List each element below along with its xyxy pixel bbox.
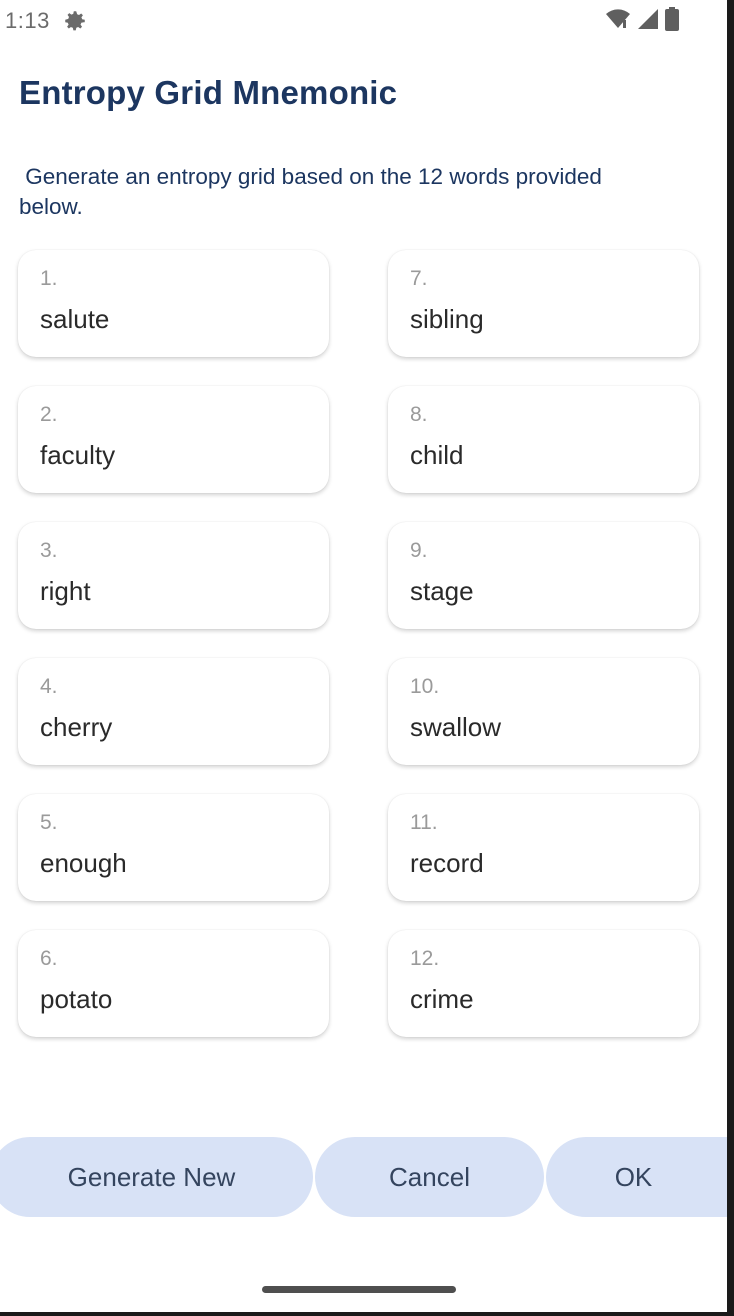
word-card: 9. stage	[388, 522, 699, 629]
status-bar: 1:13	[0, 0, 727, 44]
word-index: 4.	[40, 675, 58, 698]
status-time: 1:13	[5, 8, 50, 33]
word-index: 9.	[410, 539, 428, 562]
word-index: 2.	[40, 403, 58, 426]
word-text: record	[410, 848, 484, 878]
word-card: 11. record	[388, 794, 699, 901]
generate-new-button[interactable]: Generate New	[0, 1137, 313, 1217]
word-index: 6.	[40, 947, 58, 970]
word-index: 3.	[40, 539, 58, 562]
word-index: 1.	[40, 267, 58, 290]
page-title: Entropy Grid Mnemonic	[19, 74, 398, 111]
word-text: swallow	[410, 712, 502, 742]
word-card: 7. sibling	[388, 250, 699, 357]
word-card: 12. crime	[388, 930, 699, 1037]
word-card: 2. faculty	[18, 386, 329, 493]
word-index: 8.	[410, 403, 428, 426]
status-icons	[605, 6, 679, 36]
page-description: Generate an entropy grid based on the 12…	[19, 164, 602, 219]
home-indicator[interactable]	[262, 1286, 456, 1293]
word-text: cherry	[40, 712, 113, 742]
word-card: 5. enough	[18, 794, 329, 901]
word-index: 12.	[410, 947, 440, 970]
word-card: 1. salute	[18, 250, 329, 357]
word-text: enough	[40, 848, 127, 878]
wifi-icon	[605, 8, 631, 35]
word-card: 8. child	[388, 386, 699, 493]
word-card: 6. potato	[18, 930, 329, 1037]
word-text: salute	[40, 304, 110, 334]
word-index: 5.	[40, 811, 58, 834]
word-text: faculty	[40, 440, 116, 470]
cancel-button[interactable]: Cancel	[315, 1137, 544, 1217]
word-text: child	[410, 440, 464, 470]
word-text: stage	[410, 576, 474, 606]
word-text: crime	[410, 984, 474, 1014]
ok-button[interactable]: OK	[546, 1137, 727, 1217]
screen: 1:13 Entropy Grid Mnemonic Generate an e…	[0, 0, 727, 1312]
word-card: 10. swallow	[388, 658, 699, 765]
word-text: potato	[40, 984, 113, 1014]
battery-icon	[665, 6, 679, 36]
signal-icon	[637, 8, 659, 35]
word-index: 7.	[410, 267, 428, 290]
word-text: right	[40, 576, 91, 606]
word-card: 3. right	[18, 522, 329, 629]
gear-icon	[62, 8, 88, 34]
word-grid: 1. salute 2. faculty 3. right 4. cherry …	[18, 250, 699, 1037]
word-card: 4. cherry	[18, 658, 329, 765]
word-index: 11.	[410, 811, 438, 834]
word-text: sibling	[410, 304, 484, 334]
word-index: 10.	[410, 675, 440, 698]
